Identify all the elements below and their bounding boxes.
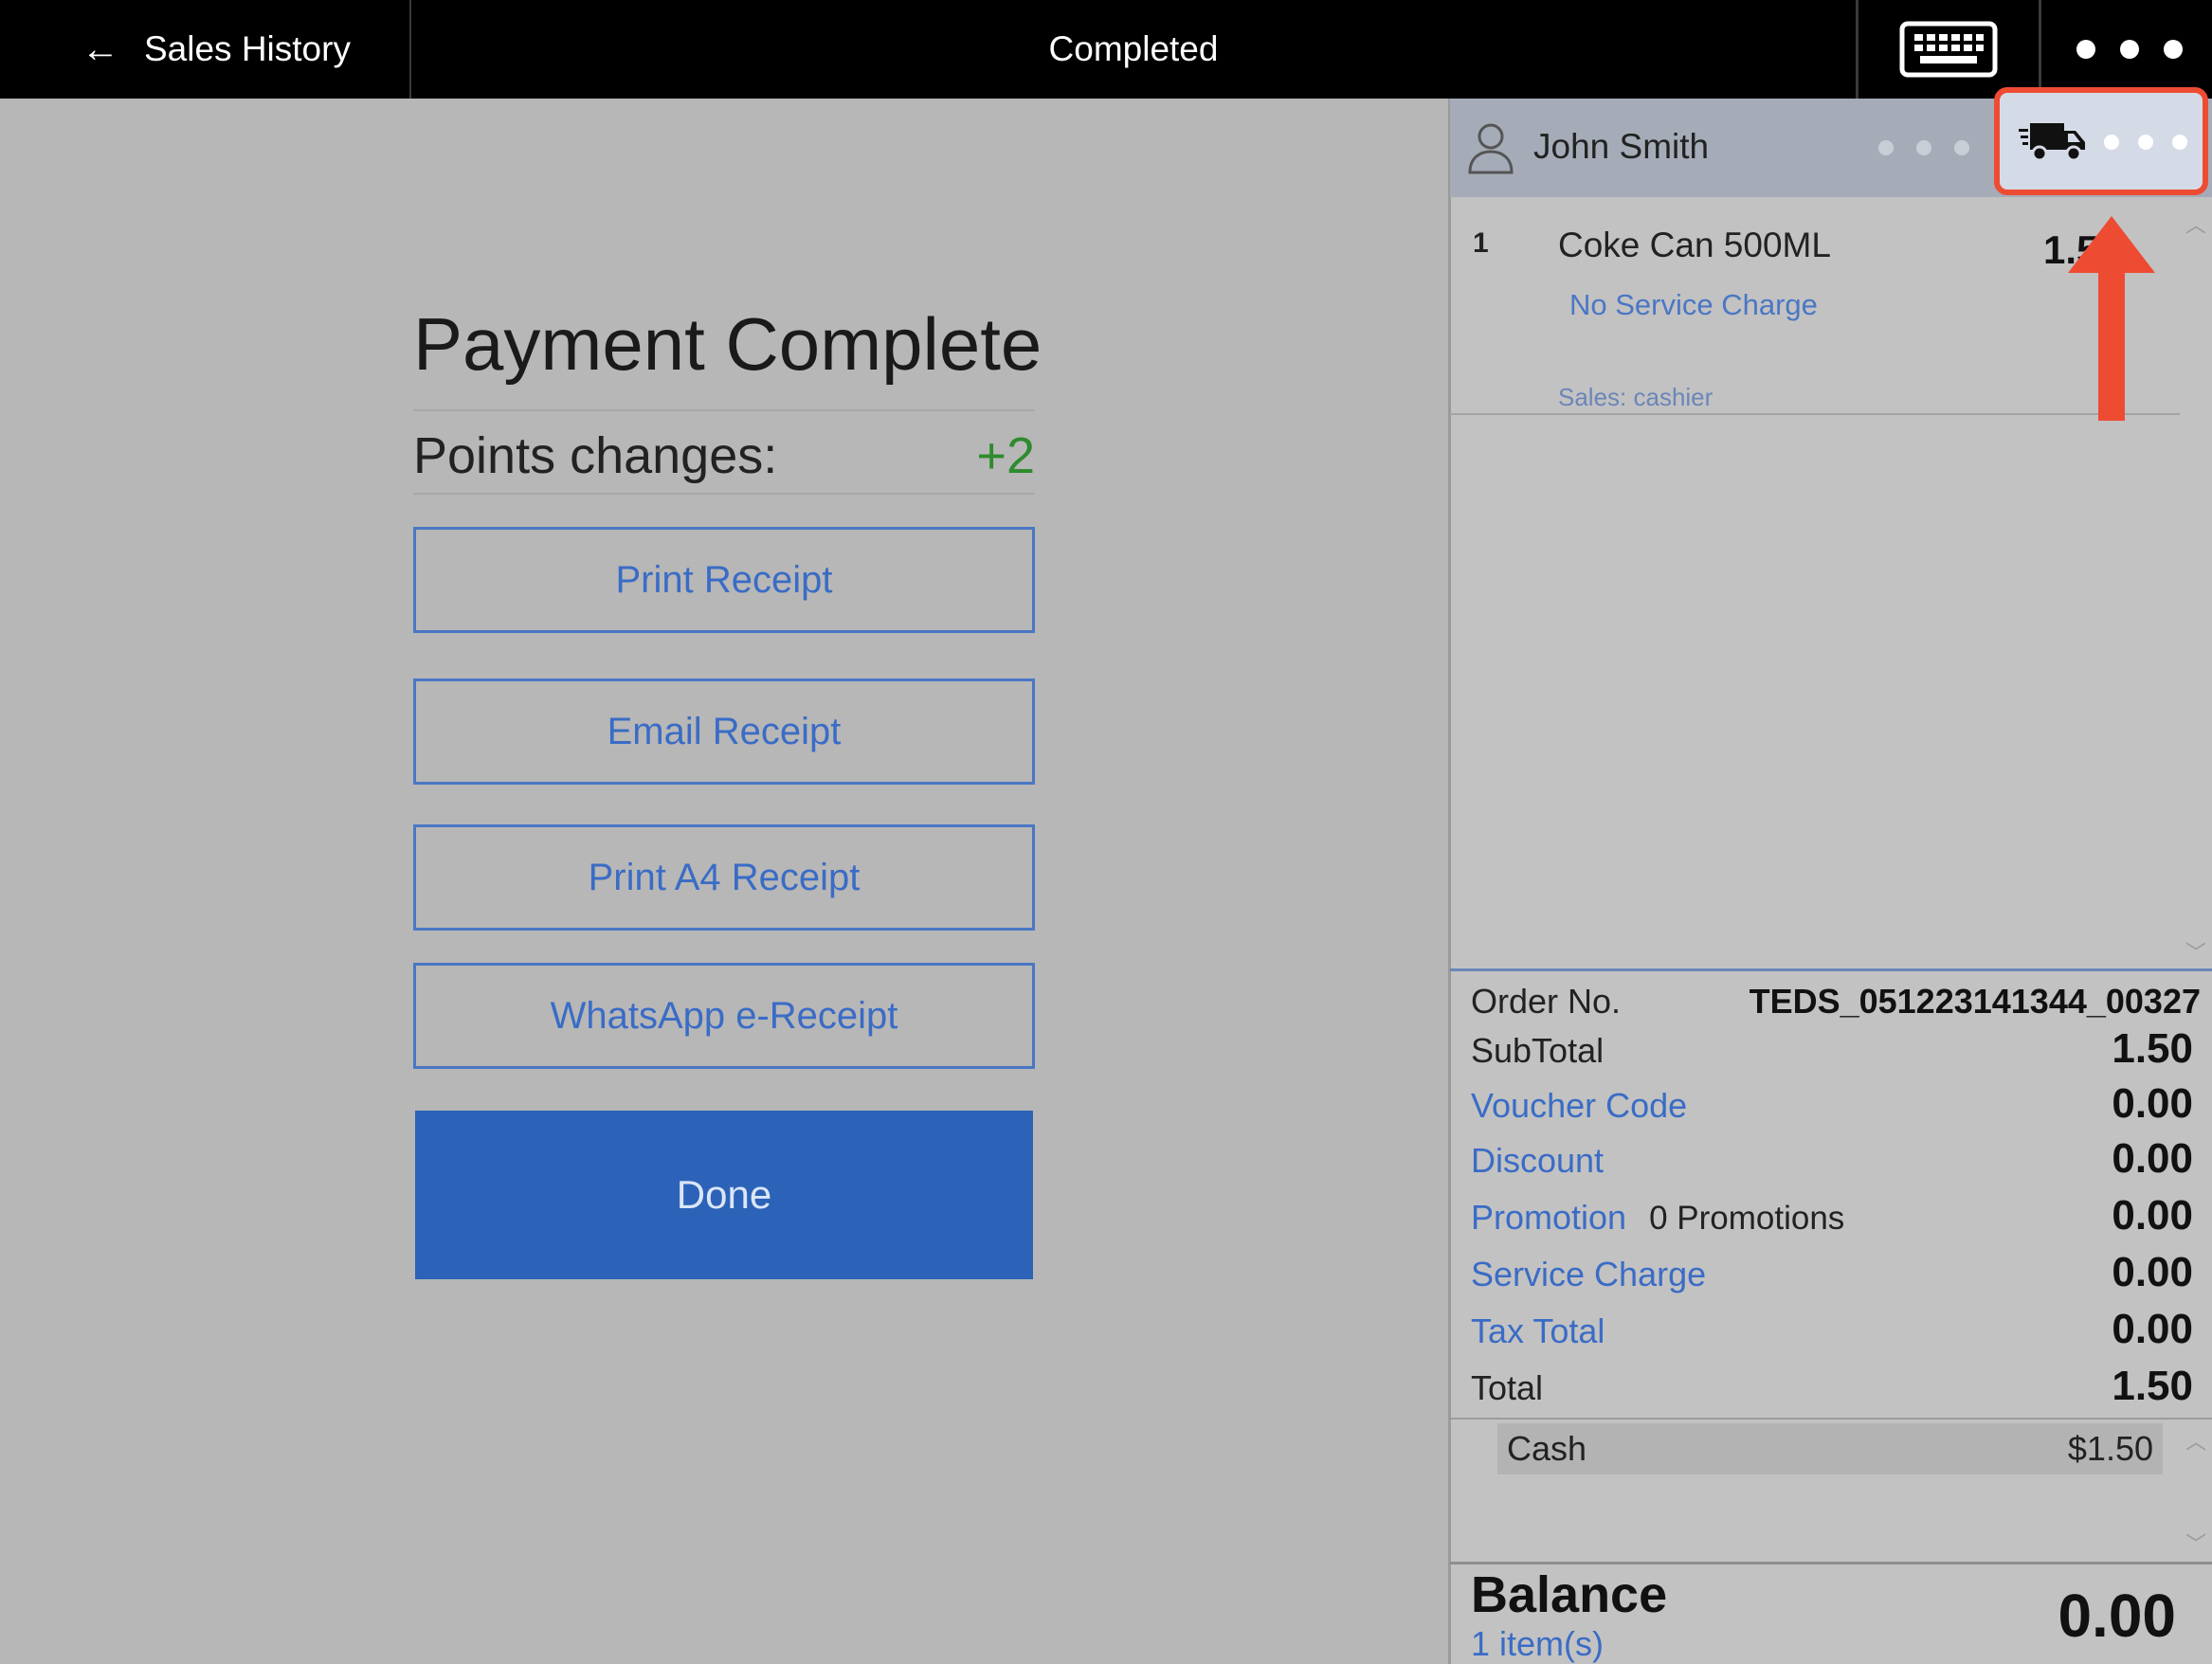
more-dots-icon (1878, 140, 1894, 155)
keyboard-button[interactable] (1856, 0, 2041, 99)
payment-amount: $1.50 (2067, 1429, 2153, 1468)
item-count-link[interactable]: 1 item(s) (1471, 1624, 1604, 1664)
total-label: Total (1471, 1368, 1544, 1407)
delivery-options-button[interactable] (1994, 87, 2208, 195)
order-number-label: Order No. (1471, 982, 1622, 1021)
discount-value: 0.00 (2112, 1135, 2193, 1182)
tax-total-value: 0.00 (2112, 1306, 2193, 1352)
payment-method: Cash (1507, 1429, 1587, 1468)
balance-value: 0.00 (2058, 1582, 2176, 1650)
more-options-button[interactable] (2047, 0, 2212, 99)
more-dots-icon (1954, 140, 1969, 155)
arrow-left-icon: ← (82, 28, 119, 70)
back-label: Sales History (144, 29, 351, 68)
whatsapp-e-receipt-button[interactable]: WhatsApp e-Receipt (413, 963, 1035, 1069)
total-row: Total 1.50 (1471, 1363, 2193, 1410)
cart-item-qty: 1 (1473, 227, 1489, 259)
divider (1450, 1418, 2212, 1420)
more-dots-icon (2164, 40, 2183, 59)
promotion-value: 0.00 (2112, 1192, 2193, 1239)
scroll-down-icon[interactable]: ﹀ (2185, 1528, 2206, 1558)
subtotal-label: SubTotal (1471, 1031, 1605, 1070)
service-charge-link[interactable]: Service Charge (1471, 1255, 1706, 1294)
more-dots-icon (2138, 135, 2153, 150)
customer-name: John Smith (1533, 127, 1710, 166)
scroll-up-icon[interactable]: ︿ (2185, 1425, 2206, 1456)
voucher-code-link[interactable]: Voucher Code (1471, 1086, 1687, 1126)
cart-item-name[interactable]: Coke Can 500ML (1558, 226, 1831, 265)
divider (1450, 1562, 2212, 1565)
back-to-sales-history-button[interactable]: ← Sales History (0, 0, 411, 99)
subtotal-row: SubTotal 1.50 (1471, 1025, 2193, 1073)
payment-complete-title: Payment Complete (413, 302, 1043, 386)
discount-link[interactable]: Discount (1471, 1141, 1604, 1181)
voucher-value: 0.00 (2112, 1080, 2193, 1127)
divider (413, 409, 1035, 411)
email-receipt-button[interactable]: Email Receipt (413, 678, 1035, 785)
points-changes-label: Points changes: (413, 427, 778, 484)
balance-label: Balance (1471, 1566, 1668, 1623)
annotation-arrow-icon (2068, 216, 2155, 421)
subtotal-value: 1.50 (2112, 1025, 2193, 1072)
page-title: Completed (1048, 29, 1219, 68)
service-charge-value: 0.00 (2112, 1249, 2193, 1295)
total-value: 1.50 (2112, 1363, 2193, 1409)
tax-total-row: Tax Total 0.00 (1471, 1306, 2193, 1353)
payment-row-cash[interactable]: Cash $1.50 (1497, 1423, 2163, 1474)
order-number-value: TEDS_051223141344_00327 (1749, 982, 2201, 1021)
person-icon (1468, 123, 1514, 174)
cart-item-service-note: No Service Charge (1569, 288, 1818, 321)
scroll-down-icon[interactable]: ﹀ (2185, 936, 2206, 967)
voucher-row: Voucher Code 0.00 (1471, 1080, 2193, 1128)
points-changes-value: +2 (976, 427, 1035, 484)
divider (1450, 968, 2212, 971)
done-button[interactable]: Done (415, 1111, 1033, 1279)
customer-options-button[interactable] (1878, 140, 1969, 155)
discount-row: Discount 0.00 (1471, 1135, 2193, 1183)
more-dots-icon (2076, 40, 2095, 59)
print-a4-receipt-button[interactable]: Print A4 Receipt (413, 824, 1035, 931)
keyboard-icon (1899, 21, 1998, 78)
top-bar: ← Sales History Completed (0, 0, 2212, 99)
delivery-truck-icon (2019, 123, 2085, 162)
promotion-count: 0 Promotions (1649, 1200, 1845, 1237)
more-dots-icon (1916, 140, 1931, 155)
more-dots-icon (2120, 40, 2139, 59)
cart-item-salesperson: Sales: cashier (1558, 383, 1713, 411)
print-receipt-button[interactable]: Print Receipt (413, 527, 1035, 633)
promotion-link[interactable]: Promotion (1471, 1198, 1626, 1238)
more-dots-icon (2104, 135, 2119, 150)
promotion-row: Promotion 0 Promotions 0.00 (1471, 1192, 2193, 1239)
service-charge-row: Service Charge 0.00 (1471, 1249, 2193, 1296)
scroll-up-icon[interactable]: ︿ (2185, 208, 2206, 239)
tax-total-link[interactable]: Tax Total (1471, 1311, 1605, 1351)
divider (413, 493, 1035, 495)
more-dots-icon (2172, 135, 2187, 150)
